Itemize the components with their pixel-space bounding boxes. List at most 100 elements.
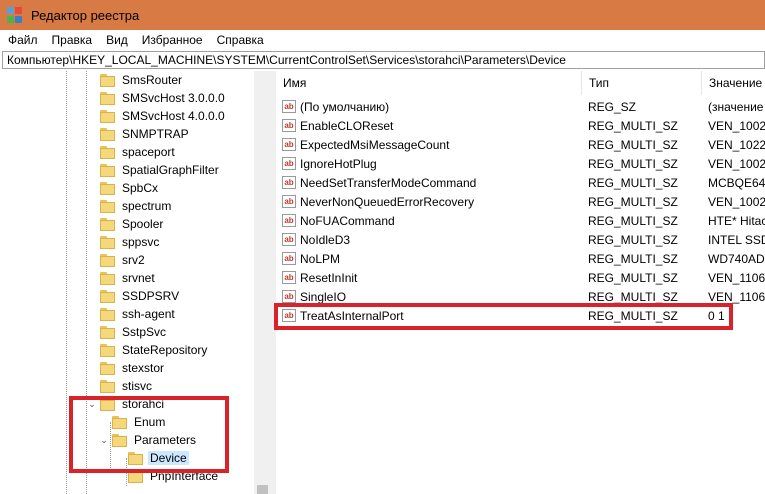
tree-node[interactable]: spaceport: [100, 143, 177, 161]
tree-node-label: srvnet: [122, 271, 155, 285]
tree-node[interactable]: srv2: [100, 251, 147, 269]
tree-node[interactable]: SmsRouter: [100, 71, 184, 89]
value-data: HTE* Hitac: [708, 213, 765, 228]
value-row[interactable]: ab NoIdleD3 REG_MULTI_SZ INTEL SSD?: [276, 230, 765, 249]
value-type: REG_MULTI_SZ: [588, 270, 678, 285]
value-name-cell: ab ResetInInit: [276, 271, 582, 285]
tree-node-label: SmsRouter: [122, 73, 183, 87]
value-row[interactable]: ab NoFUACommand REG_MULTI_SZ HTE* Hitac: [276, 211, 765, 230]
value-name: NoIdleD3: [300, 232, 351, 247]
value-type: REG_MULTI_SZ: [588, 175, 678, 190]
value-row[interactable]: ab (По умолчанию) REG_SZ (значение: [276, 97, 765, 116]
tree-node[interactable]: stisvc: [100, 377, 154, 395]
folder-icon: [100, 379, 116, 393]
value-name: EnableCLOReset: [300, 118, 394, 133]
value-data: VEN_11068: [708, 270, 765, 285]
value-name-cell: ab NeedSetTransferModeCommand: [276, 176, 582, 190]
tree-node[interactable]: SpatialGraphFilter: [100, 161, 221, 179]
tree-node-label: Spooler: [122, 217, 164, 231]
highlight-box-tree: [69, 396, 229, 473]
tree-node[interactable]: spectrum: [100, 197, 173, 215]
tree-node-label: SMSvcHost 3.0.0.0: [122, 91, 225, 105]
value-row[interactable]: ab ResetInInit REG_MULTI_SZ VEN_11068: [276, 268, 765, 287]
folder-icon: [100, 145, 116, 159]
string-value-icon: ab: [282, 252, 296, 265]
value-row[interactable]: ab NoLPM REG_MULTI_SZ WD740ADF: [276, 249, 765, 268]
string-value-icon: ab: [282, 271, 296, 284]
menu-favorites[interactable]: Избранное: [135, 33, 210, 47]
value-data: VEN_11068: [708, 289, 765, 304]
string-value-icon: ab: [282, 214, 296, 227]
value-row[interactable]: ab NeverNonQueuedErrorRecovery REG_MULTI_S…: [276, 192, 765, 211]
tree-node-label: ssh-agent: [122, 307, 175, 321]
value-type: REG_MULTI_SZ: [588, 289, 678, 304]
value-name: ExpectedMsiMessageCount: [300, 137, 450, 152]
tree-node[interactable]: stexstor: [100, 359, 166, 377]
tree-node[interactable]: SpbCx: [100, 179, 160, 197]
column-header-data[interactable]: Значение: [702, 71, 765, 95]
tree-node-label: stisvc: [122, 379, 152, 393]
tree-node[interactable]: srvnet: [100, 269, 157, 287]
value-name: NeverNonQueuedErrorRecovery: [300, 194, 475, 209]
tree-node[interactable]: sppsvc: [100, 233, 161, 251]
tree-node[interactable]: Spooler: [100, 215, 165, 233]
value-name-cell: ab EnableCLOReset: [276, 119, 582, 133]
value-type: REG_MULTI_SZ: [588, 118, 678, 133]
tree-node-label: SpatialGraphFilter: [122, 163, 219, 177]
folder-icon: [100, 307, 116, 321]
tree-scrollbar[interactable]: [254, 71, 271, 494]
value-row[interactable]: ab EnableCLOReset REG_MULTI_SZ VEN_10028: [276, 116, 765, 135]
folder-icon: [100, 181, 116, 195]
value-row[interactable]: ab IgnoreHotPlug REG_MULTI_SZ VEN_10028: [276, 154, 765, 173]
tree-node[interactable]: SMSvcHost 3.0.0.0: [100, 89, 227, 107]
tree-node[interactable]: SNMPTRAP: [100, 125, 191, 143]
value-row[interactable]: ab ExpectedMsiMessageCount REG_MULTI_SZ VEN…: [276, 135, 765, 154]
folder-icon: [100, 217, 116, 231]
value-name-cell: ab NoIdleD3: [276, 233, 582, 247]
folder-icon: [100, 325, 116, 339]
tree-node[interactable]: SstpSvc: [100, 323, 168, 341]
value-name-cell: ab (По умолчанию): [276, 100, 582, 114]
value-name-cell: ab NeverNonQueuedErrorRecovery: [276, 195, 582, 209]
title-bar: Редактор реестра: [0, 0, 765, 30]
registry-editor-icon: [7, 7, 23, 23]
value-name-cell: ab NoFUACommand: [276, 214, 582, 228]
tree-node-label: SstpSvc: [122, 325, 167, 339]
folder-icon: [100, 199, 116, 213]
value-name-cell: ab IgnoreHotPlug: [276, 157, 582, 171]
folder-icon: [100, 289, 116, 303]
string-value-icon: ab: [282, 157, 296, 170]
value-data: WD740ADF: [708, 251, 765, 266]
tree-node[interactable]: SSDPSRV: [100, 287, 181, 305]
menu-edit[interactable]: Правка: [45, 33, 100, 47]
tree-scrollbar-thumb[interactable]: [257, 485, 268, 494]
folder-icon: [100, 253, 116, 267]
tree-node-label: spaceport: [122, 145, 175, 159]
column-header-name[interactable]: Имя: [276, 71, 582, 95]
tree-node[interactable]: SMSvcHost 4.0.0.0: [100, 107, 227, 125]
value-name: NoFUACommand: [300, 213, 395, 228]
menu-view[interactable]: Вид: [99, 33, 135, 47]
folder-icon: [100, 235, 116, 249]
address-bar[interactable]: Компьютер\HKEY_LOCAL_MACHINE\SYSTEM\Curr…: [2, 51, 765, 69]
value-data: INTEL SSD?: [708, 232, 765, 247]
tree-node-label: sppsvc: [122, 235, 160, 249]
tree-node-label: stexstor: [122, 361, 165, 375]
list-header: Имя Тип Значение: [276, 71, 765, 95]
value-name-cell: ab SingleIO: [276, 290, 582, 304]
menu-file[interactable]: Файл: [0, 33, 45, 47]
tree-node[interactable]: ssh-agent: [100, 305, 177, 323]
value-type: REG_SZ: [588, 99, 637, 114]
value-data: MCBQE64C: [708, 175, 765, 190]
folder-icon: [100, 109, 116, 123]
menu-bar: Файл Правка Вид Избранное Справка: [0, 30, 765, 50]
column-header-type[interactable]: Тип: [582, 71, 702, 95]
value-name-cell: ab NoLPM: [276, 252, 582, 266]
menu-help[interactable]: Справка: [210, 33, 271, 47]
value-type: REG_MULTI_SZ: [588, 232, 678, 247]
tree-guide-line: [66, 71, 67, 494]
string-value-icon: ab: [282, 176, 296, 189]
value-row[interactable]: ab NeedSetTransferModeCommand REG_MULTI_SZ…: [276, 173, 765, 192]
tree-node[interactable]: StateRepository: [100, 341, 209, 359]
values-list[interactable]: Имя Тип Значение ab (По умолчанию) REG_SZ (…: [276, 71, 765, 494]
